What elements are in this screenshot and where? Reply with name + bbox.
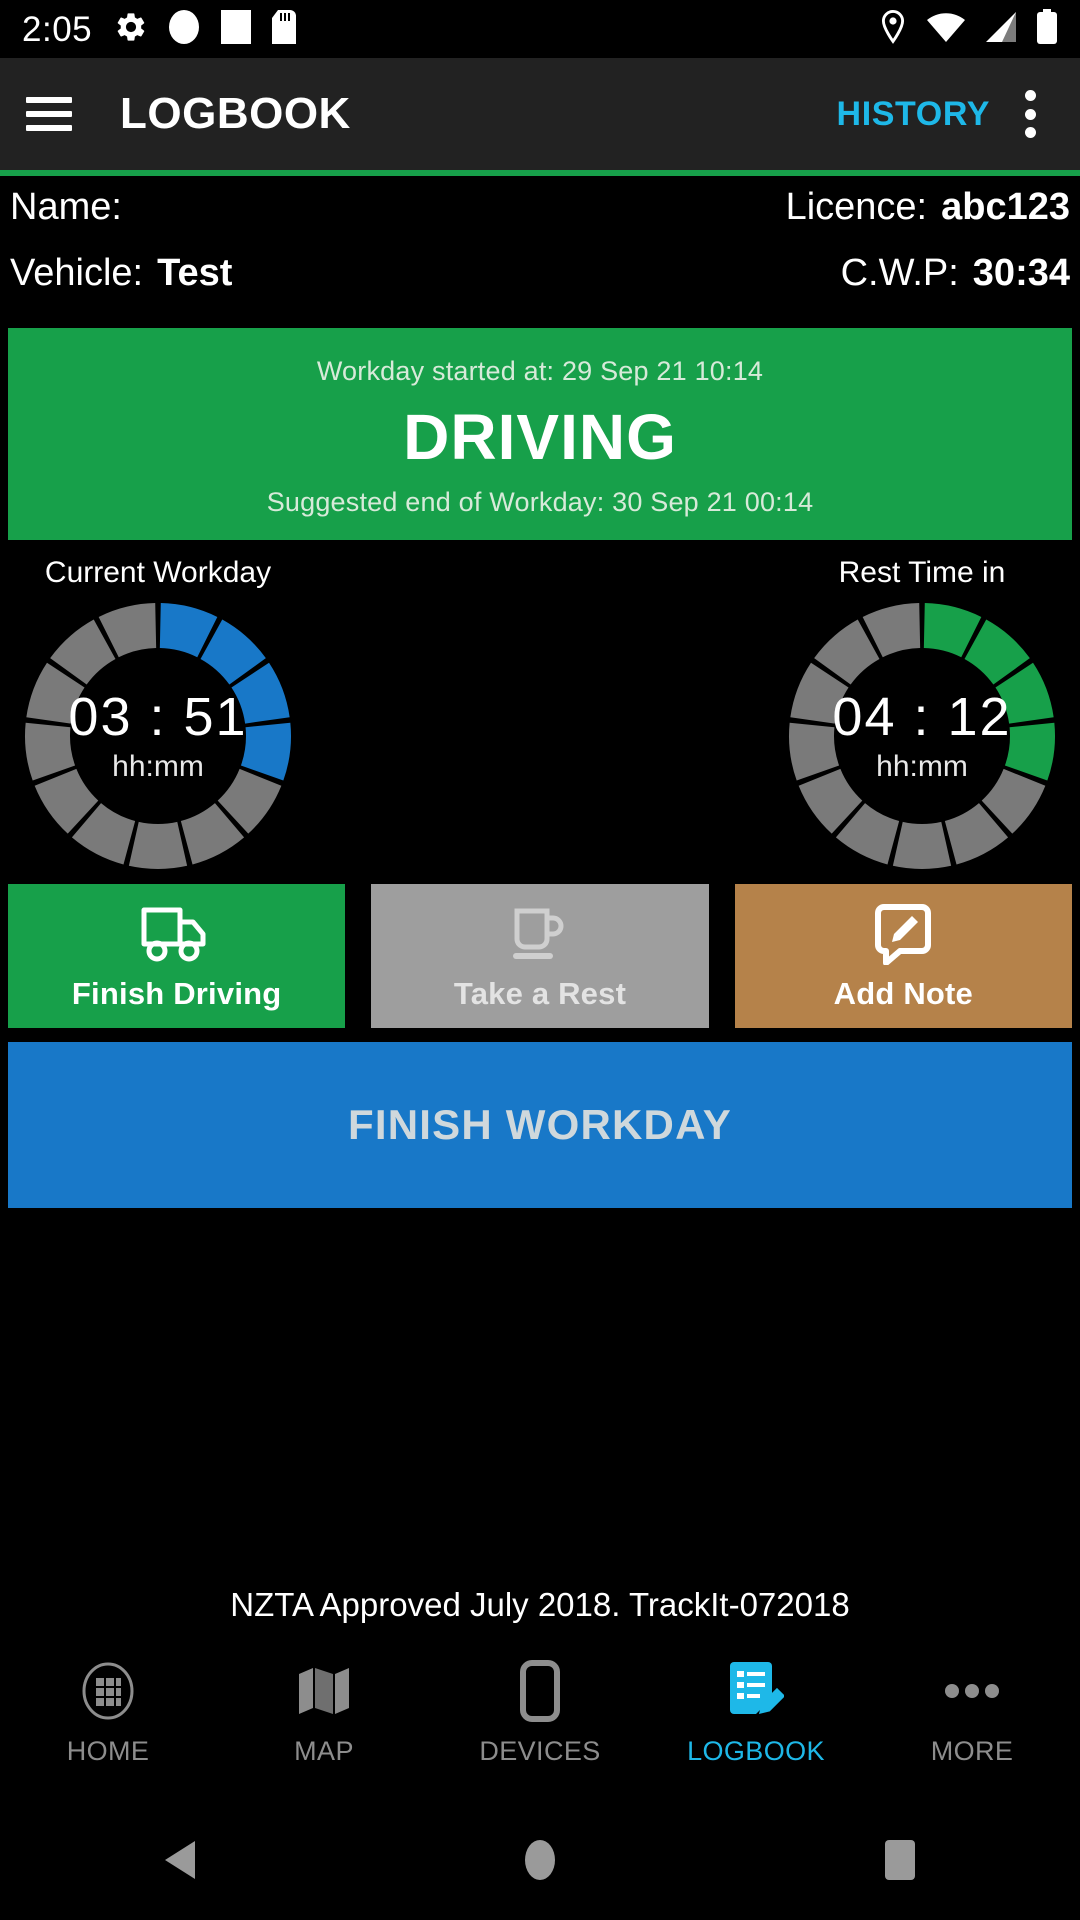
bottom-navigation: HOME MAP DEVICES LOGBOOK MORE xyxy=(0,1652,1080,1800)
action-label: Take a Rest xyxy=(453,976,627,1011)
recents-square-icon[interactable] xyxy=(840,1838,960,1882)
nav-item-more[interactable]: MORE xyxy=(864,1658,1080,1767)
wifi-icon xyxy=(926,11,966,48)
back-triangle-icon[interactable] xyxy=(120,1837,240,1883)
nav-label: MORE xyxy=(930,1736,1014,1766)
cwp-label: C.W.P: xyxy=(840,252,959,294)
nav-item-devices[interactable]: DEVICES xyxy=(432,1658,648,1767)
workday-state: DRIVING xyxy=(403,401,677,473)
gauge-segment xyxy=(892,821,952,869)
square-icon xyxy=(220,9,252,50)
settings-gear-icon xyxy=(114,10,148,49)
gauge-dial: 03 : 51 hh:mm xyxy=(22,600,294,872)
cell-signal-icon xyxy=(984,11,1018,48)
sd-card-icon xyxy=(272,9,297,49)
hamburger-menu-icon[interactable] xyxy=(26,97,72,131)
device-icon xyxy=(520,1658,560,1724)
gauge-segment xyxy=(789,722,840,781)
nav-label: DEVICES xyxy=(479,1736,601,1766)
gauge-dial: 04 : 12 hh:mm xyxy=(786,600,1058,872)
gauge-segment xyxy=(128,821,188,869)
map-icon xyxy=(295,1658,353,1724)
gauge-title: Current Workday xyxy=(44,556,272,589)
licence-label: Licence: xyxy=(785,186,928,228)
app-bar-actions: HISTORY xyxy=(837,90,1054,138)
note-pencil-icon xyxy=(866,900,940,968)
gauge-segment xyxy=(240,722,291,781)
more-dots-icon xyxy=(943,1658,1001,1724)
circle-icon xyxy=(168,9,200,50)
location-pin-icon xyxy=(878,9,908,50)
licence-value: abc123 xyxy=(941,186,1070,228)
system-status-bar: 2:05 xyxy=(0,0,1080,58)
nav-label: LOGBOOK xyxy=(687,1736,825,1766)
gauge-title: Rest Time in xyxy=(838,556,1006,589)
status-bar-left-icons xyxy=(114,9,297,50)
action-label: Add Note xyxy=(833,976,973,1011)
finish-driving-button[interactable]: Finish Driving xyxy=(8,884,346,1028)
gauges-row: Current Workday 03 : 51 hh:mm Rest Time … xyxy=(0,540,1080,872)
workday-suggested-end-text: Suggested end of Workday: 30 Sep 21 00:1… xyxy=(266,487,814,517)
add-note-button[interactable]: Add Note xyxy=(734,884,1072,1028)
workday-started-text: Workday started at: 29 Sep 21 10:14 xyxy=(316,356,764,386)
info-row-vehicle-cwp: Vehicle: Test C.W.P: 30:34 xyxy=(10,252,1070,318)
cwp-value: 30:34 xyxy=(972,252,1070,294)
nav-label: HOME xyxy=(66,1736,150,1766)
info-row-name-licence: Name: Licence: abc123 xyxy=(10,186,1070,252)
vehicle-label: Vehicle: xyxy=(10,252,144,294)
status-bar-clock: 2:05 xyxy=(22,9,93,49)
android-system-nav xyxy=(0,1800,1080,1920)
gauge-current-workday: Current Workday 03 : 51 hh:mm xyxy=(8,556,308,872)
finish-workday-button[interactable]: FINISH WORKDAY xyxy=(8,1042,1072,1208)
home-circle-icon[interactable] xyxy=(480,1838,600,1882)
approval-note: NZTA Approved July 2018. TrackIt-072018 xyxy=(230,1586,850,1623)
grid-home-icon xyxy=(81,1658,135,1724)
gauge-segment xyxy=(25,722,76,781)
kebab-overflow-icon[interactable] xyxy=(1024,90,1054,138)
logbook-icon xyxy=(728,1658,784,1724)
action-label: Finish Driving xyxy=(71,976,282,1011)
finish-workday-wrap: FINISH WORKDAY xyxy=(0,1028,1080,1208)
nav-label: MAP xyxy=(294,1736,354,1766)
page-title: LOGBOOK xyxy=(120,89,351,138)
finish-workday-label: FINISH WORKDAY xyxy=(348,1101,732,1148)
coffee-cup-icon xyxy=(503,900,577,968)
app-bar: LOGBOOK HISTORY xyxy=(0,58,1080,170)
gauge-rest-time: Rest Time in 04 : 12 hh:mm xyxy=(772,556,1072,872)
gauge-segment xyxy=(1004,722,1055,781)
name-label: Name: xyxy=(10,186,122,228)
gauge-ring-left xyxy=(25,603,291,869)
app-screen: 2:05 LOGBOOK HISTORY Name: Licence: abc1… xyxy=(0,0,1080,1920)
workday-status-panel: Workday started at: 29 Sep 21 10:14 DRIV… xyxy=(8,328,1072,540)
status-bar-right-icons xyxy=(878,8,1058,50)
nav-item-logbook[interactable]: LOGBOOK xyxy=(648,1658,864,1767)
action-buttons-row: Finish Driving Take a Rest Add Note xyxy=(0,872,1080,1028)
battery-icon xyxy=(1036,8,1058,50)
truck-icon xyxy=(140,900,214,968)
gauge-ring-right xyxy=(789,603,1055,869)
take-a-rest-button[interactable]: Take a Rest xyxy=(371,884,709,1028)
nav-item-map[interactable]: MAP xyxy=(216,1658,432,1767)
history-button[interactable]: HISTORY xyxy=(837,95,990,134)
nav-item-home[interactable]: HOME xyxy=(0,1658,216,1767)
driver-info-block: Name: Licence: abc123 Vehicle: Test C.W.… xyxy=(0,176,1080,322)
vehicle-value: Test xyxy=(157,252,233,294)
